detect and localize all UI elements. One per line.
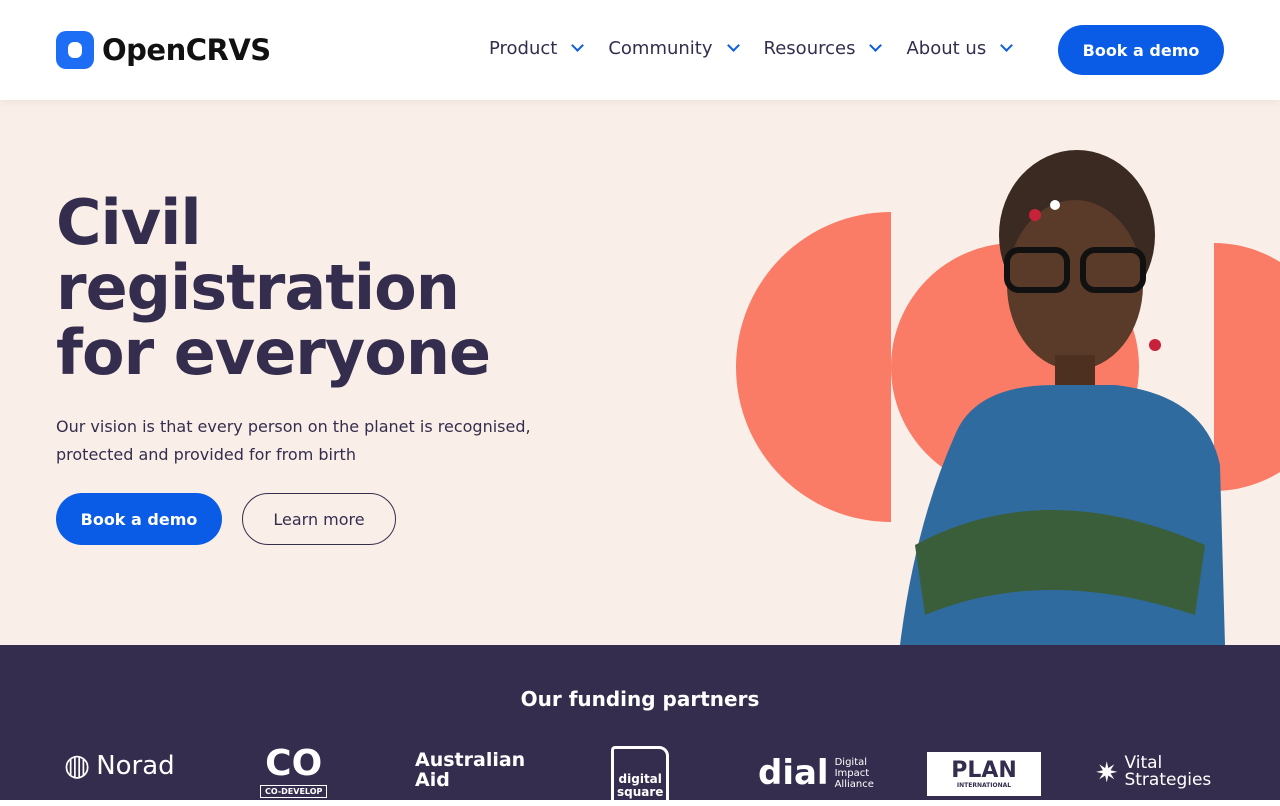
partner-name: Vital Strategies [1124, 753, 1212, 790]
hero-subtitle: Our vision is that every person on the p… [56, 417, 531, 464]
partner-digital-square-logo[interactable]: digital square [611, 746, 669, 806]
chevron-down-icon [571, 39, 585, 52]
nav-label: About us [906, 38, 987, 59]
hero-title: Civil registration for everyone [56, 186, 491, 389]
nav-label: Community [608, 38, 713, 59]
partner-sub: INTERNATIONAL [956, 781, 1012, 789]
nav-resources[interactable]: Resources [763, 38, 883, 59]
learn-more-button[interactable]: Learn more [242, 493, 396, 545]
nav-label: Product [489, 38, 558, 59]
nav-product[interactable]: Product [489, 38, 585, 59]
header-book-demo-button[interactable]: Book a demo [1058, 25, 1224, 75]
funding-title: Our funding partners [520, 687, 760, 711]
funding-partners-section: Our funding partners ◍ Norad CO CO-DEVELOP… [0, 645, 1280, 806]
chevron-down-icon [869, 39, 883, 52]
partner-name: digital square [617, 772, 664, 799]
nav-label: Resources [763, 38, 856, 59]
hero-book-demo-button[interactable]: Book a demo [56, 493, 222, 545]
chevron-down-icon [1000, 39, 1014, 52]
nav-about-us[interactable]: About us [906, 38, 1014, 59]
partner-codevelop-logo[interactable]: CO CO-DEVELOP [260, 743, 328, 798]
partner-plan-logo[interactable]: PLAN INTERNATIONAL [927, 752, 1041, 796]
partner-name: CO [265, 743, 323, 784]
nav-community[interactable]: Community [608, 38, 740, 59]
partner-name: PLAN [951, 757, 1017, 783]
logo-text: OpenCRVS [102, 33, 271, 67]
globe-icon: ◍ [64, 748, 91, 783]
main-nav: Product Community Resources About us [489, 38, 1037, 59]
partner-australian-aid-logo[interactable]: Australian Aid [415, 750, 525, 790]
partner-dial-logo[interactable]: dial Digital Impact Alliance [758, 753, 879, 793]
vital-strategies-icon: ✷ [1095, 755, 1119, 789]
partner-vital-strategies-logo[interactable]: ✷ Vital Strategies [1095, 755, 1220, 789]
partner-sub: Digital Impact Alliance [834, 756, 874, 790]
hero-section: Civil registration for everyone Our visi… [0, 100, 1280, 645]
child-photo [900, 150, 1225, 645]
partner-name: Australian Aid [415, 749, 526, 791]
partner-name: Norad [96, 750, 175, 781]
partner-name: dial [758, 753, 829, 793]
site-header: OpenCRVS Product Community Resources Abo… [0, 0, 1280, 100]
chevron-down-icon [726, 39, 740, 52]
partner-norad-logo[interactable]: ◍ Norad [64, 748, 175, 783]
opencrvs-logo-icon [56, 31, 94, 69]
logo[interactable]: OpenCRVS [56, 31, 271, 69]
partner-sub: CO-DEVELOP [260, 785, 328, 798]
